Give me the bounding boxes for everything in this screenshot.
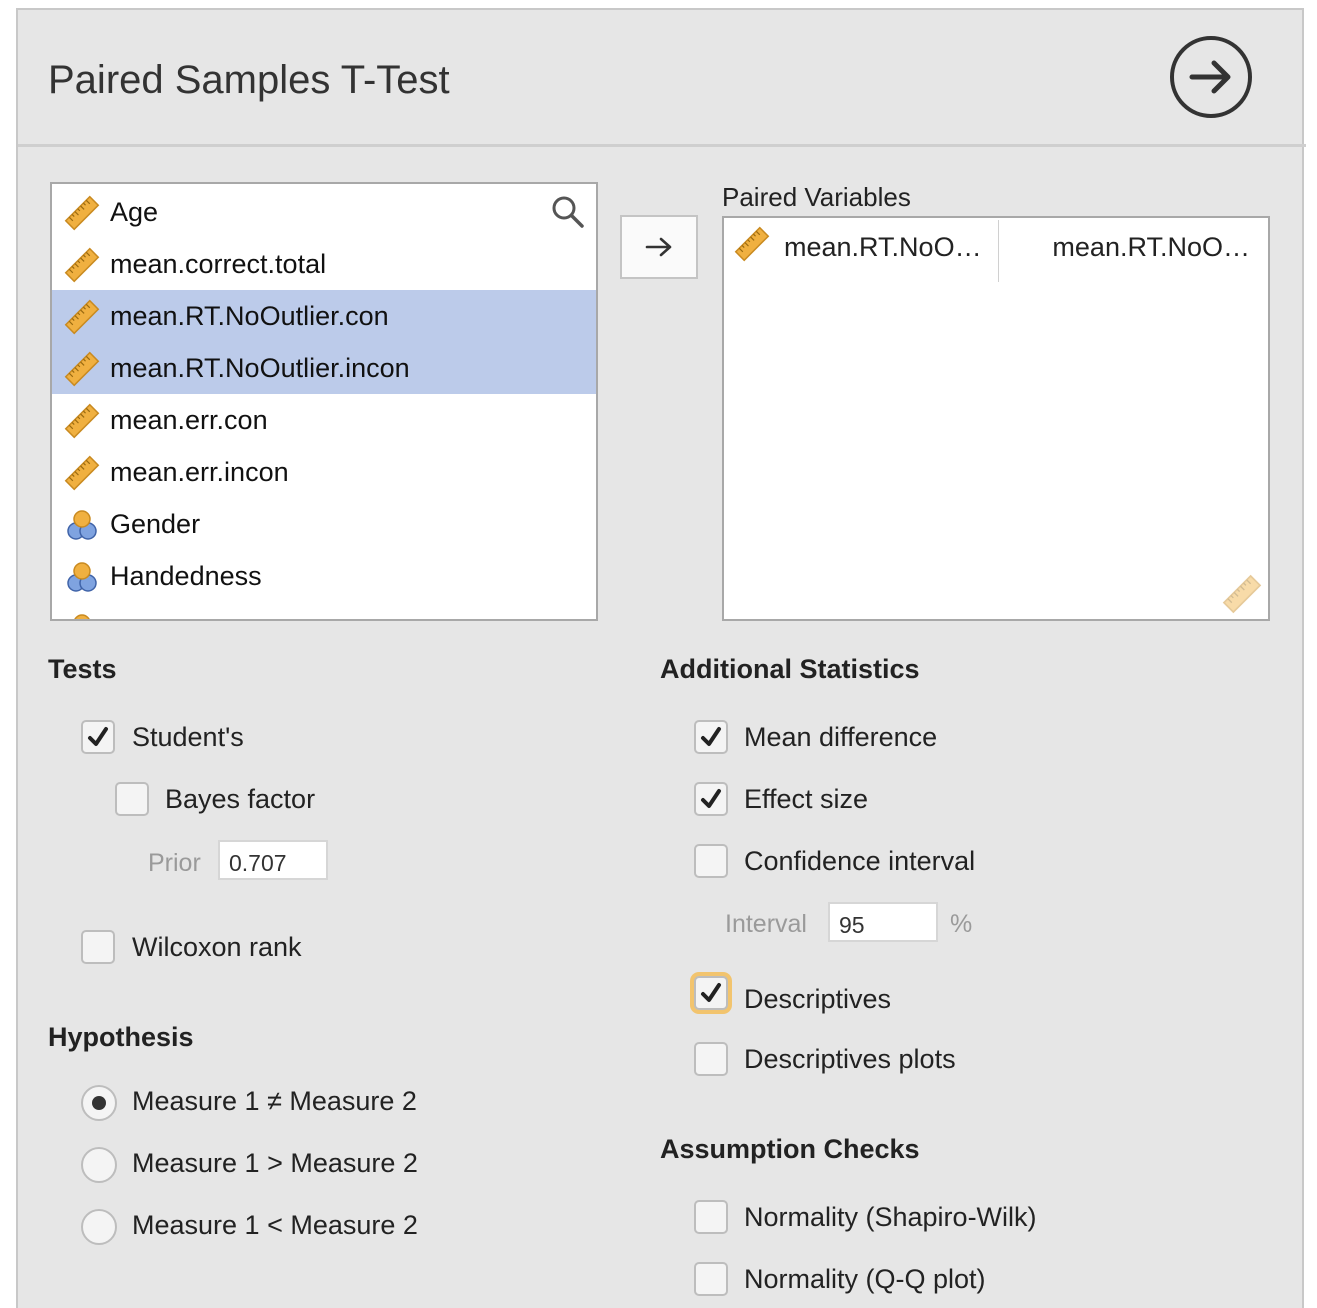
run-analysis-button[interactable] <box>1170 36 1252 118</box>
students-checkbox[interactable] <box>81 720 115 754</box>
hypothesis-radio-two-sided[interactable] <box>81 1085 117 1121</box>
wilcoxon-checkbox[interactable] <box>81 930 115 964</box>
hypothesis-radio-greater[interactable] <box>81 1147 117 1183</box>
mean-difference-label[interactable]: Mean difference <box>744 722 937 753</box>
variable-label: Age <box>110 197 159 227</box>
ruler-icon <box>734 226 770 262</box>
bayes-factor-checkbox[interactable] <box>115 782 149 816</box>
interval-input[interactable]: 95 <box>828 902 938 942</box>
list-item-age[interactable]: Age <box>52 186 596 238</box>
ruler-icon <box>64 195 100 231</box>
assumption-checks-heading: Assumption Checks <box>660 1134 920 1164</box>
wilcoxon-label[interactable]: Wilcoxon rank <box>132 932 302 963</box>
ruler-icon <box>64 351 100 387</box>
ruler-icon <box>64 247 100 283</box>
confidence-interval-label[interactable]: Confidence interval <box>744 846 975 877</box>
paired-variables-label: Paired Variables <box>722 182 911 212</box>
checkmark-icon <box>701 789 721 808</box>
radio-dot <box>92 1096 106 1110</box>
hypothesis-label-two-sided[interactable]: Measure 1 ≠ Measure 2 <box>132 1086 417 1117</box>
variable-label: mean.correct.total <box>110 249 327 279</box>
nominal-circles-icon <box>67 562 97 592</box>
move-to-paired-button[interactable] <box>620 215 698 279</box>
interval-unit: % <box>950 910 973 938</box>
effect-size-checkbox[interactable] <box>694 782 728 816</box>
hypothesis-radio-less[interactable] <box>81 1209 117 1245</box>
interval-label: Interval <box>725 910 807 938</box>
bayes-factor-label[interactable]: Bayes factor <box>165 784 315 815</box>
arrow-right-circle-icon <box>1189 60 1231 94</box>
nominal-circles-icon <box>67 510 97 540</box>
list-item-mean-err-incon[interactable]: mean.err.incon <box>52 446 596 498</box>
prior-input[interactable]: 0.707 <box>218 840 328 880</box>
mean-difference-checkbox[interactable] <box>694 720 728 754</box>
variable-label: Handedness <box>110 561 262 591</box>
checkmark-icon <box>701 983 721 1002</box>
additional-statistics-heading: Additional Statistics <box>660 654 920 684</box>
page-title: Paired Samples T-Test <box>48 58 450 102</box>
checkmark-icon <box>88 727 108 746</box>
ruler-icon <box>64 455 100 491</box>
pair-variable-2[interactable]: mean.RT.NoO… <box>1052 232 1250 263</box>
checkmark-icon <box>701 727 721 746</box>
variable-label: mean.err.incon <box>110 457 289 487</box>
list-item-partial <box>52 602 596 619</box>
list-item-gender[interactable]: Gender <box>52 498 596 550</box>
nominal-circles-icon <box>74 614 90 619</box>
descriptives-plots-checkbox[interactable] <box>694 1042 728 1076</box>
title-divider <box>18 144 1306 147</box>
ruler-icon <box>64 403 100 439</box>
students-label[interactable]: Student's <box>132 722 244 753</box>
qq-plot-checkbox[interactable] <box>694 1262 728 1296</box>
pair-divider <box>998 220 999 282</box>
qq-plot-label[interactable]: Normality (Q-Q plot) <box>744 1264 986 1295</box>
hypothesis-label-less[interactable]: Measure 1 < Measure 2 <box>132 1210 418 1241</box>
list-item-mean-correct-total[interactable]: mean.correct.total <box>52 238 596 290</box>
variable-label: mean.err.con <box>110 405 268 435</box>
shapiro-wilk-checkbox[interactable] <box>694 1200 728 1234</box>
hypothesis-label-greater[interactable]: Measure 1 > Measure 2 <box>132 1148 418 1179</box>
tests-heading: Tests <box>48 654 117 684</box>
hypothesis-heading: Hypothesis <box>48 1022 194 1052</box>
prior-label: Prior <box>148 849 201 877</box>
arrow-right-icon <box>645 237 672 257</box>
list-item-mean-rt-con[interactable]: mean.RT.NoOutlier.con <box>52 290 596 342</box>
effect-size-label[interactable]: Effect size <box>744 784 868 815</box>
pair-variable-1[interactable]: mean.RT.NoO… <box>784 232 982 263</box>
ruler-icon <box>1222 574 1262 614</box>
ruler-icon <box>64 299 100 335</box>
descriptives-label[interactable]: Descriptives <box>744 984 891 1015</box>
list-item-mean-rt-incon[interactable]: mean.RT.NoOutlier.incon <box>52 342 596 394</box>
list-item-mean-err-con[interactable]: mean.err.con <box>52 394 596 446</box>
descriptives-plots-label[interactable]: Descriptives plots <box>744 1044 956 1075</box>
descriptives-checkbox[interactable] <box>694 976 728 1010</box>
variable-list[interactable]: Age mean.correct.total mean.RT.NoOutlier… <box>50 182 598 621</box>
shapiro-wilk-label[interactable]: Normality (Shapiro-Wilk) <box>744 1202 1037 1233</box>
analysis-panel: Paired Samples T-Test Age mean.correct.t… <box>16 8 1306 1308</box>
variable-label: mean.RT.NoOutlier.con <box>110 301 389 331</box>
variable-label: mean.RT.NoOutlier.incon <box>110 353 410 383</box>
search-icon[interactable] <box>550 194 586 230</box>
list-item-handedness[interactable]: Handedness <box>52 550 596 602</box>
variable-label: Gender <box>110 509 201 539</box>
paired-variables-list[interactable]: mean.RT.NoO… mean.RT.NoO… <box>722 216 1270 621</box>
confidence-interval-checkbox[interactable] <box>694 844 728 878</box>
